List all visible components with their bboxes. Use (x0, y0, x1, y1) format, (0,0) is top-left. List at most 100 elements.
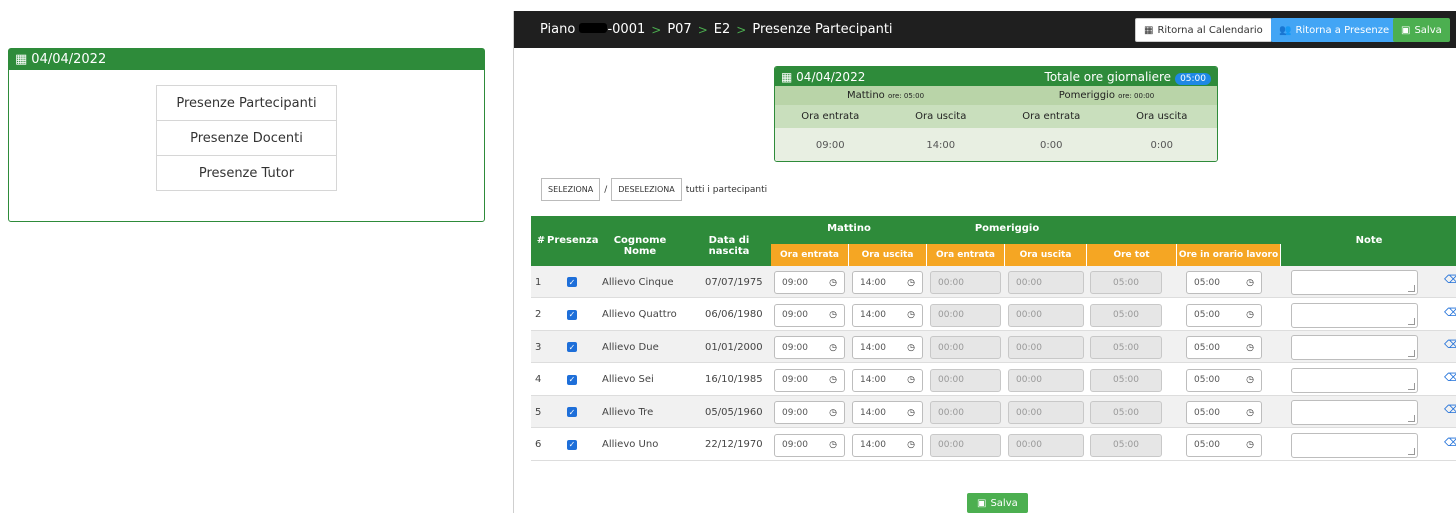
clock-icon[interactable]: ◷ (1246, 408, 1254, 418)
clock-icon[interactable]: ◷ (829, 440, 837, 450)
note-textarea[interactable] (1291, 335, 1418, 360)
morning-out-value: 14:00 (860, 407, 886, 418)
work-hours-input[interactable]: 05:00 ◷ (1186, 401, 1262, 424)
morning-out-value: 14:00 (860, 342, 886, 353)
summary-value: 0:00 (1040, 139, 1063, 151)
total-hours-input: 05:00 (1090, 368, 1162, 392)
work-hours-input[interactable]: 05:00 ◷ (1186, 271, 1262, 294)
work-hours-input[interactable]: 05:00 ◷ (1186, 303, 1262, 327)
clock-icon[interactable]: ◷ (829, 375, 837, 385)
morning-out-input[interactable]: 14:00 ◷ (852, 271, 923, 294)
clock-icon[interactable]: ◷ (829, 310, 837, 320)
day-card-header: ▦ 04/04/2022 (9, 49, 484, 70)
work-hours-input[interactable]: 05:00 ◷ (1186, 336, 1262, 359)
presence-checkbox[interactable]: ✓ (567, 429, 577, 461)
deselect-all-button[interactable]: DESELEZIONA (611, 178, 682, 201)
presence-checkbox[interactable]: ✓ (567, 396, 577, 428)
morning-in-input[interactable]: 09:00 ◷ (774, 401, 845, 424)
afternoon-in-input: 00:00 (930, 271, 1001, 294)
breadcrumb-piano[interactable]: Piano -0001 (540, 22, 645, 37)
work-hours-input[interactable]: 05:00 ◷ (1186, 433, 1262, 457)
presence-checkbox[interactable]: ✓ (567, 299, 577, 331)
morning-out-input[interactable]: 14:00 ◷ (852, 368, 923, 392)
clock-icon[interactable]: ◷ (1246, 343, 1254, 353)
floppy-icon: ▣ (977, 497, 987, 509)
afternoon-in-value: 00:00 (938, 342, 964, 353)
work-hours-value: 05:00 (1194, 407, 1220, 418)
participant-name: Allievo Tre (602, 406, 654, 418)
morning-in-input[interactable]: 09:00 ◷ (774, 368, 845, 392)
note-textarea[interactable] (1291, 270, 1418, 295)
clock-icon[interactable]: ◷ (1246, 310, 1254, 320)
selection-suffix: tutti i partecipanti (685, 184, 768, 195)
work-hours-value: 05:00 (1194, 310, 1220, 320)
check-icon: ✓ (567, 374, 577, 385)
work-hours-value: 05:00 (1194, 375, 1220, 385)
afternoon-in-value: 00:00 (938, 407, 964, 418)
selection-slash: / (604, 184, 608, 195)
morning-in-input[interactable]: 09:00 ◷ (774, 336, 845, 359)
clock-icon[interactable]: ◷ (829, 408, 837, 418)
menu-presenze-tutor[interactable]: Presenze Tutor (156, 155, 337, 191)
check-icon: ✓ (567, 439, 577, 450)
morning-in-input[interactable]: 09:00 ◷ (774, 271, 845, 294)
eraser-icon[interactable]: ⌫ (1444, 371, 1456, 384)
afternoon-out-value: 00:00 (1016, 310, 1042, 320)
presence-checkbox[interactable]: ✓ (567, 266, 577, 298)
morning-in-value: 09:00 (782, 277, 808, 288)
presence-checkbox[interactable]: ✓ (567, 331, 577, 363)
morning-out-input[interactable]: 14:00 ◷ (852, 433, 923, 457)
clock-icon[interactable]: ◷ (1246, 375, 1254, 385)
morning-out-input[interactable]: 14:00 ◷ (852, 336, 923, 359)
table-row: 4 ✓ Allievo Sei 16/10/1985 09:00 ◷ 14:00 ◷ 00:00… (531, 364, 1456, 396)
afternoon-in-input: 00:00 (930, 368, 1001, 392)
calendar-icon: ▦ (781, 69, 793, 84)
morning-in-input[interactable]: 09:00 ◷ (774, 303, 845, 327)
eraser-icon[interactable]: ⌫ (1444, 273, 1456, 286)
clock-icon[interactable]: ◷ (907, 440, 915, 450)
calendar-icon: ▦ (1144, 24, 1154, 36)
summary-col-label: Ora uscita (1136, 111, 1188, 122)
menu-presenze-partecipanti[interactable]: Presenze Partecipanti (156, 85, 337, 121)
save-button-top[interactable]: ▣ Salva (1393, 18, 1450, 42)
note-textarea[interactable] (1291, 367, 1418, 393)
breadcrumb-e2[interactable]: E2 (714, 22, 731, 37)
clock-icon[interactable]: ◷ (1246, 440, 1254, 450)
clock-icon[interactable]: ◷ (1246, 278, 1254, 288)
save-button-bottom[interactable]: ▣ Salva (967, 493, 1028, 513)
presence-checkbox[interactable]: ✓ (567, 364, 577, 396)
clock-icon[interactable]: ◷ (907, 278, 915, 288)
back-to-presenze-button[interactable]: 👥 Ritorna a Presenze (1271, 18, 1398, 42)
clock-icon[interactable]: ◷ (829, 278, 837, 288)
clock-icon[interactable]: ◷ (907, 375, 915, 385)
work-hours-input[interactable]: 05:00 ◷ (1186, 368, 1262, 392)
participant-name: Allievo Cinque (602, 276, 674, 288)
morning-out-input[interactable]: 14:00 ◷ (852, 303, 923, 327)
clock-icon[interactable]: ◷ (907, 408, 915, 418)
clock-icon[interactable]: ◷ (829, 343, 837, 353)
afternoon-out-input: 00:00 (1008, 271, 1084, 294)
day-summary-periods: Mattino ore: 05:00 Pomeriggio ore: 00:00 (775, 86, 1217, 105)
breadcrumb-p07[interactable]: P07 (667, 22, 691, 37)
table-header: # Presenza Cognome Nome Data di nascita … (531, 216, 1456, 266)
col-note-header: Note (1355, 235, 1383, 246)
eraser-icon[interactable]: ⌫ (1444, 403, 1456, 416)
day-summary-header: ▦ 04/04/2022 Totale ore giornaliere 05:00 (775, 67, 1217, 86)
back-to-calendar-button[interactable]: ▦ Ritorna al Calendario (1135, 18, 1272, 42)
afternoon-out-input: 00:00 (1008, 433, 1084, 457)
morning-out-input[interactable]: 14:00 ◷ (852, 401, 923, 424)
clock-icon[interactable]: ◷ (907, 310, 915, 320)
note-textarea[interactable] (1291, 400, 1418, 425)
morning-in-input[interactable]: 09:00 ◷ (774, 433, 845, 457)
note-textarea[interactable] (1291, 302, 1418, 328)
note-textarea[interactable] (1291, 432, 1418, 458)
afternoon-out-input: 00:00 (1008, 336, 1084, 359)
eraser-icon[interactable]: ⌫ (1444, 436, 1456, 449)
select-all-button[interactable]: SELEZIONA (541, 178, 601, 201)
day-card: ▦ 04/04/2022 Presenze Partecipanti Prese… (8, 48, 485, 222)
eraser-icon[interactable]: ⌫ (1444, 338, 1456, 351)
afternoon-in-value: 00:00 (938, 310, 964, 320)
menu-presenze-docenti[interactable]: Presenze Docenti (156, 120, 337, 156)
eraser-icon[interactable]: ⌫ (1444, 306, 1456, 319)
clock-icon[interactable]: ◷ (907, 343, 915, 353)
